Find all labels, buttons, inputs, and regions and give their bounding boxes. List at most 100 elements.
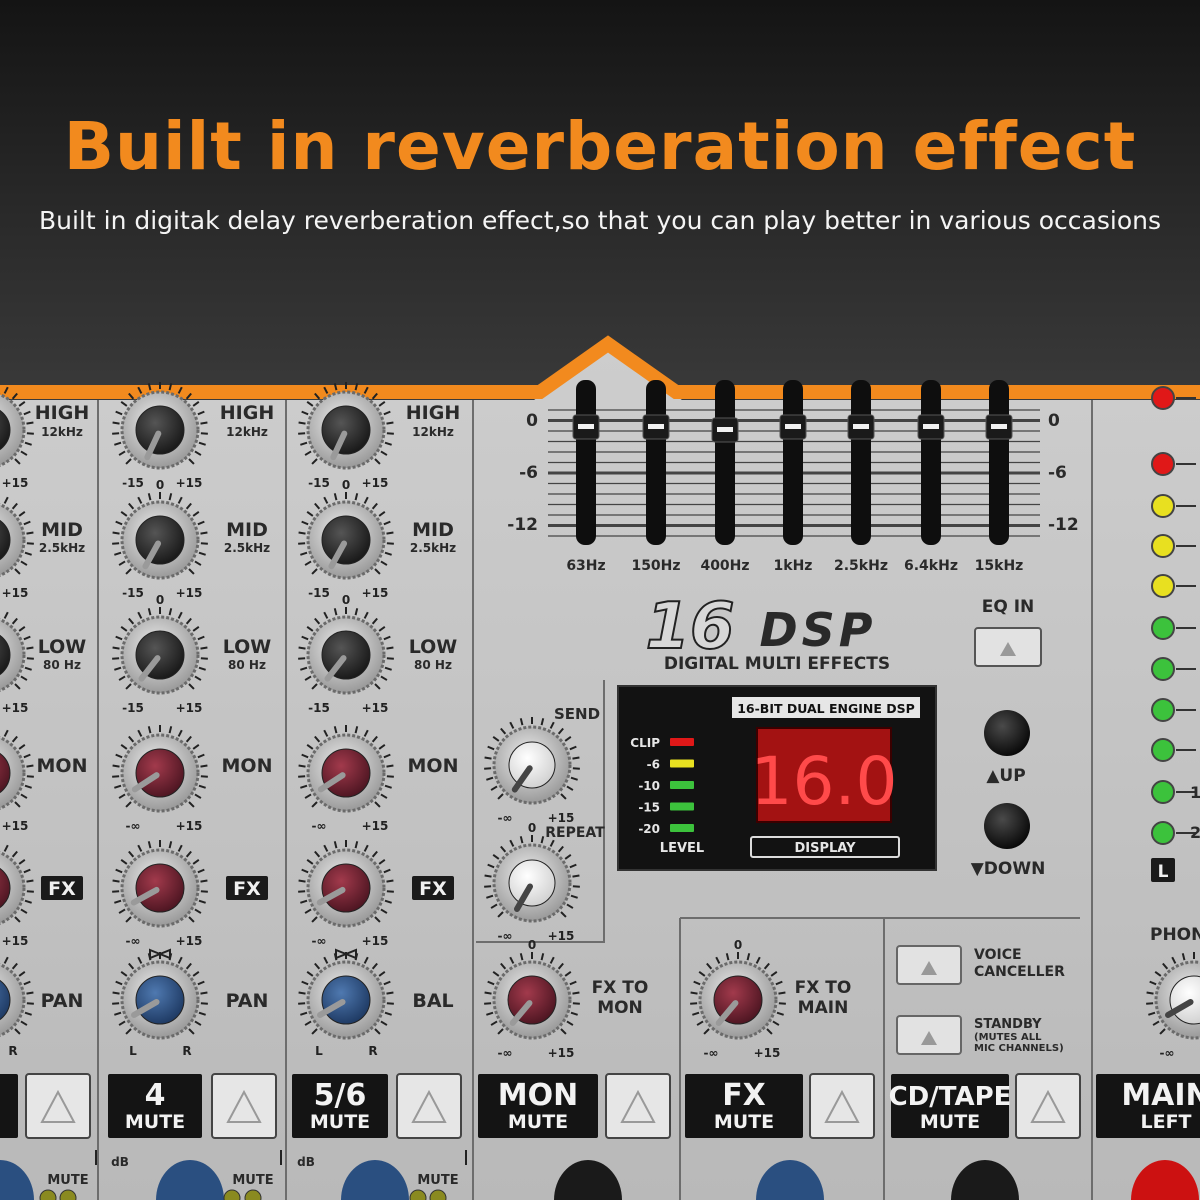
- mute-label: MUTE: [310, 1111, 370, 1133]
- eq-band-label: 400Hz: [700, 558, 749, 574]
- channel-name: MAIN: [1121, 1078, 1200, 1113]
- high-label: HIGH: [35, 402, 89, 424]
- channel-name: CD/TAPE: [889, 1082, 1012, 1112]
- mid-freq-label: 2.5kHz: [224, 541, 270, 555]
- eq-scale-right: -12: [1048, 515, 1079, 535]
- knob-scale-min: -15: [122, 586, 144, 600]
- low-freq-label: 80 Hz: [228, 658, 266, 672]
- meter-label: -20: [638, 822, 660, 836]
- knob-scale-min: -∞: [498, 929, 513, 943]
- knob-scale-min: -∞: [126, 819, 141, 833]
- eq-scale-left: 0: [526, 411, 538, 431]
- knob-scale-max: +15: [548, 929, 575, 943]
- knob-scale-min: -15: [308, 586, 330, 600]
- meter-side-label: L: [1158, 862, 1169, 882]
- knob-scale-min: -∞: [312, 934, 327, 948]
- mid-label: MID: [41, 519, 83, 541]
- meter-led: [670, 759, 694, 768]
- up-label: ▲UP: [986, 766, 1025, 786]
- meter-led: [670, 824, 694, 832]
- knob-scale-max: +15: [362, 819, 389, 833]
- send-label: SEND: [554, 705, 600, 723]
- mute-button-mon[interactable]: [605, 1073, 671, 1139]
- eq-scale-left: -6: [519, 463, 538, 483]
- channel-name: 4: [145, 1078, 166, 1113]
- eq-fader-400Hz[interactable]: [711, 380, 739, 545]
- eq-in-group: EQ IN: [974, 597, 1042, 667]
- db-label: dB: [297, 1155, 315, 1169]
- high-freq-label: 12kHz: [412, 425, 454, 439]
- mute-button-ch3[interactable]: [25, 1073, 91, 1139]
- dsp-screen-title: 16-BIT DUAL ENGINE DSP: [737, 701, 915, 716]
- bottom-mute-label: MUTE: [47, 1173, 88, 1188]
- down-button[interactable]: [984, 803, 1030, 849]
- knob-scale-min: -15: [308, 701, 330, 715]
- pan-l: L: [129, 1044, 137, 1058]
- eq-scale-right: -6: [1048, 463, 1067, 483]
- high-label: HIGH: [406, 402, 460, 424]
- eq-band-label: 63Hz: [566, 558, 605, 574]
- pan-r: R: [182, 1044, 191, 1058]
- channel-name: 5/6: [314, 1078, 367, 1113]
- eq-fader-2.5kHz[interactable]: [847, 380, 875, 545]
- mute-button-cdtape[interactable]: [1015, 1073, 1081, 1139]
- mid-label: MID: [226, 519, 268, 541]
- mid-freq-label: 2.5kHz: [410, 541, 456, 555]
- mute-label: MUTE: [508, 1111, 568, 1133]
- knob-scale-center: 0: [342, 593, 350, 607]
- repeat-label: REPEAT: [545, 825, 605, 841]
- eq-scale-left: -12: [507, 515, 538, 535]
- mute-block-main: MAINLEFT: [1096, 1074, 1200, 1138]
- fx-to-main-labels: FX TO MAIN: [795, 978, 852, 1018]
- knob-scale-max: +15: [176, 934, 203, 948]
- bottom-mute-label: MUTE: [232, 1173, 273, 1188]
- down-label: ▼DOWN: [971, 859, 1046, 879]
- pan-r: R: [8, 1044, 17, 1058]
- knob-scale-max: +15: [176, 819, 203, 833]
- up-button[interactable]: [984, 710, 1030, 756]
- mute-button-ch56[interactable]: [396, 1073, 462, 1139]
- display-label: DISPLAY: [794, 841, 856, 856]
- knob-scale-center: 0: [734, 938, 742, 952]
- mixer-panel-photo: HIGH12kHzMID2.5kHzLOW80 HzMONFXPANLRHIGH…: [0, 335, 1200, 1200]
- eq-band-label: 6.4kHz: [904, 558, 958, 574]
- high-freq-label: 12kHz: [226, 425, 268, 439]
- knob-scale-max: +15: [362, 934, 389, 948]
- eq-fader-15kHz[interactable]: [985, 380, 1013, 545]
- meter-number-2: 2: [1190, 823, 1200, 842]
- db-label: dB: [111, 1155, 129, 1169]
- mute-button-ch4[interactable]: [211, 1073, 277, 1139]
- dsp-logo: 16 DSP DIGITAL MULTI EFFECTS: [644, 589, 890, 674]
- eq-fader-1kHz[interactable]: [779, 380, 807, 545]
- pan-label: PAN: [41, 990, 84, 1012]
- knob-scale-max: +15: [2, 934, 29, 948]
- level-led: [1151, 657, 1175, 681]
- knob-scale-max: +15: [2, 819, 29, 833]
- knob-scale-max: +15: [548, 1046, 575, 1060]
- high-label: HIGH: [220, 402, 274, 424]
- eq-fader-150Hz[interactable]: [642, 380, 670, 545]
- eq-band-label: 150Hz: [631, 558, 680, 574]
- eq-fader-63Hz[interactable]: [572, 380, 600, 545]
- display-value: 16.0: [751, 743, 898, 820]
- svg-text:FX TO: FX TO: [795, 978, 852, 998]
- eq-fader-6.4kHz[interactable]: [917, 380, 945, 545]
- knob-scale-center: 0: [528, 938, 536, 952]
- knob-scale-max: +15: [2, 586, 29, 600]
- meter-led: [670, 802, 694, 811]
- dsp-logo-number: 16: [645, 590, 734, 664]
- mute-label: MUTE: [714, 1111, 774, 1133]
- svg-text:MAIN: MAIN: [798, 998, 849, 1018]
- knob-scale-center: 0: [156, 478, 164, 492]
- mid-freq-label: 2.5kHz: [39, 541, 85, 555]
- mute-button-fx[interactable]: [809, 1073, 875, 1139]
- knob-scale-max: +15: [176, 701, 203, 715]
- meter-footer-label: LEVEL: [660, 841, 704, 856]
- knob-scale-min: -∞: [498, 1046, 513, 1060]
- svg-text:FX TO: FX TO: [592, 978, 649, 998]
- mon-label: MON: [222, 755, 273, 777]
- knob-scale-min: -15: [122, 476, 144, 490]
- level-led: [1151, 534, 1175, 558]
- knob-scale-min: -∞: [704, 1046, 719, 1060]
- mute-block-mon: MONMUTE: [478, 1074, 598, 1138]
